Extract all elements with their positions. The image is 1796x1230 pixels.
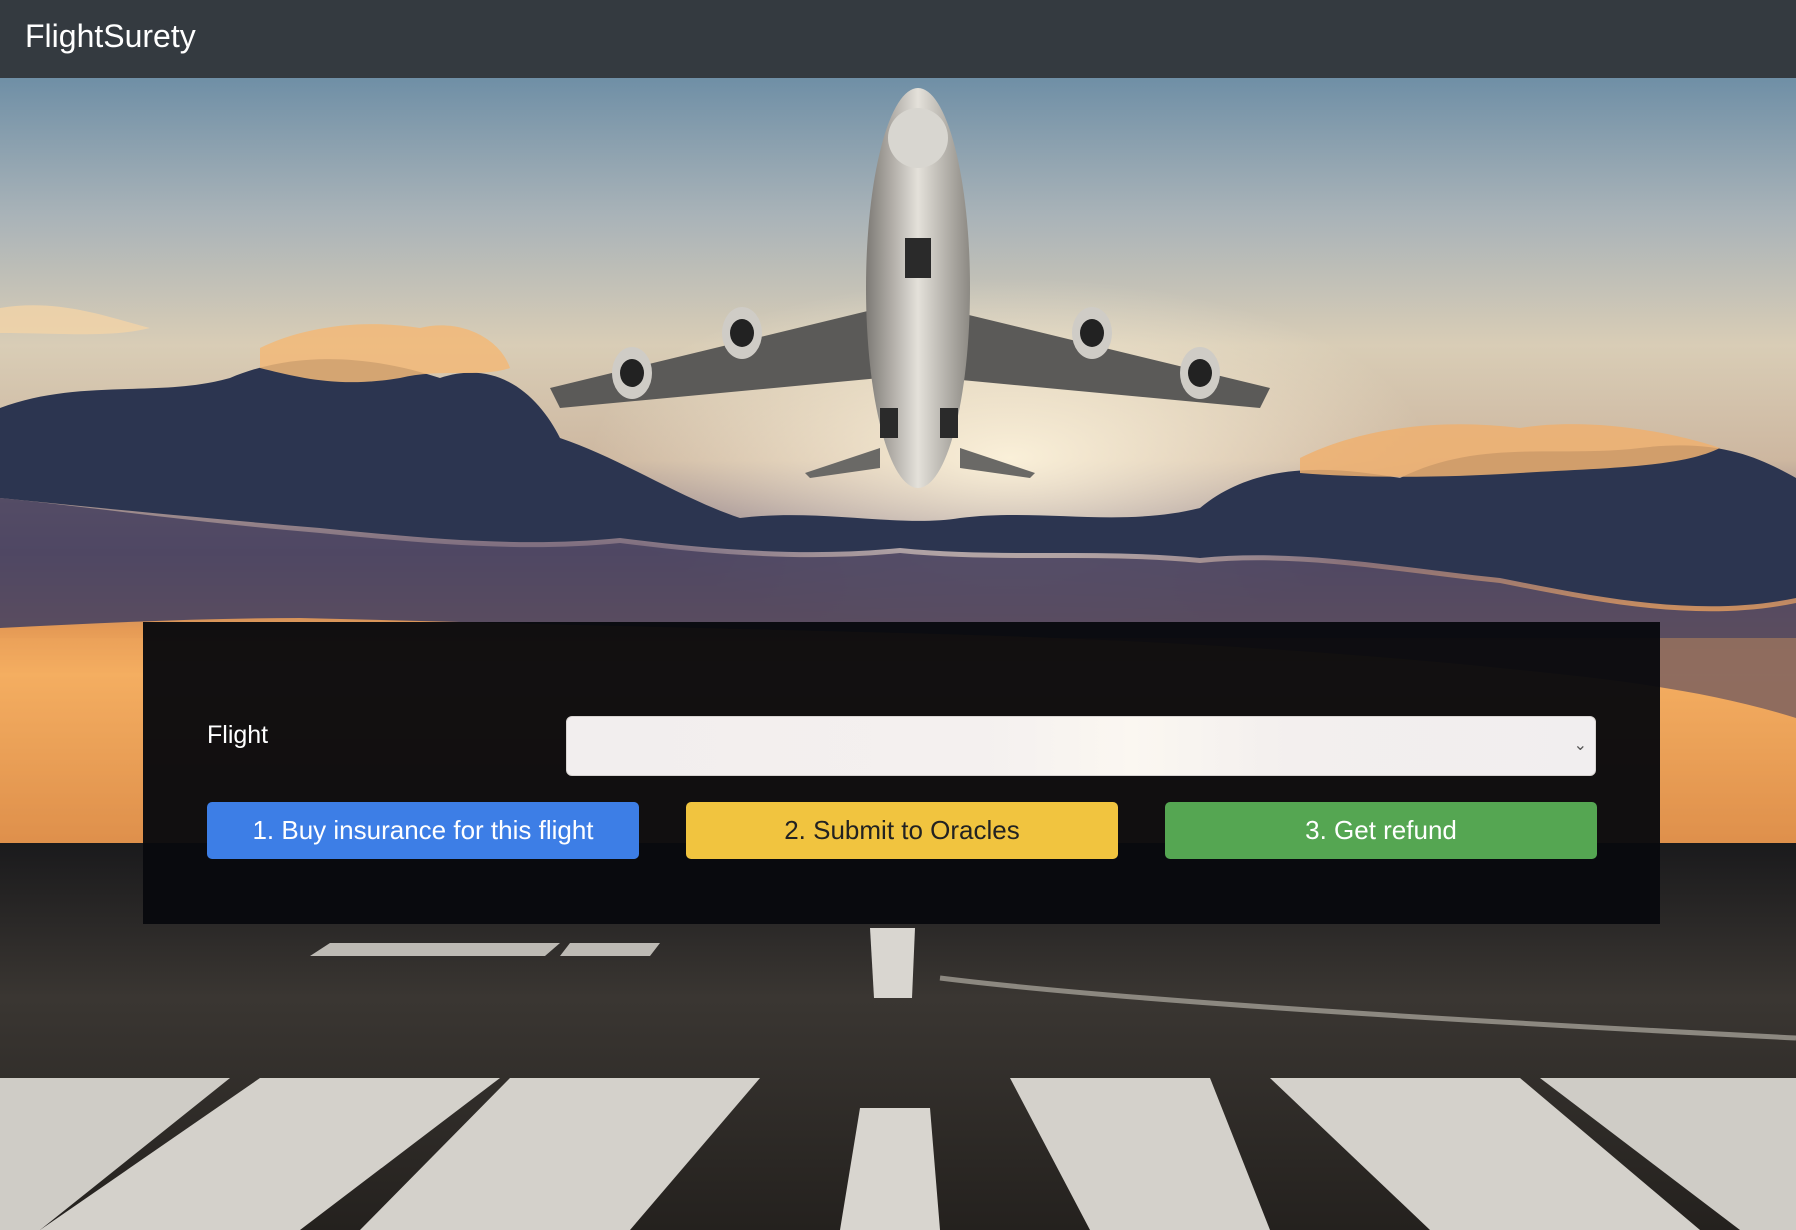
get-refund-button[interactable]: 3. Get refund — [1165, 802, 1597, 859]
chevron-down-icon: ⌄ — [1573, 737, 1587, 754]
buy-insurance-button[interactable]: 1. Buy insurance for this flight — [207, 802, 639, 859]
brand-title[interactable]: FlightSurety — [25, 16, 196, 56]
navbar: FlightSurety — [0, 0, 1796, 78]
flight-label: Flight — [207, 721, 269, 749]
submit-to-oracles-button[interactable]: 2. Submit to Oracles — [686, 802, 1118, 859]
flight-select[interactable]: ⌄ — [566, 716, 1596, 776]
insurance-form-panel: Flight ⌄ 1. Buy insurance for this fligh… — [143, 622, 1660, 924]
